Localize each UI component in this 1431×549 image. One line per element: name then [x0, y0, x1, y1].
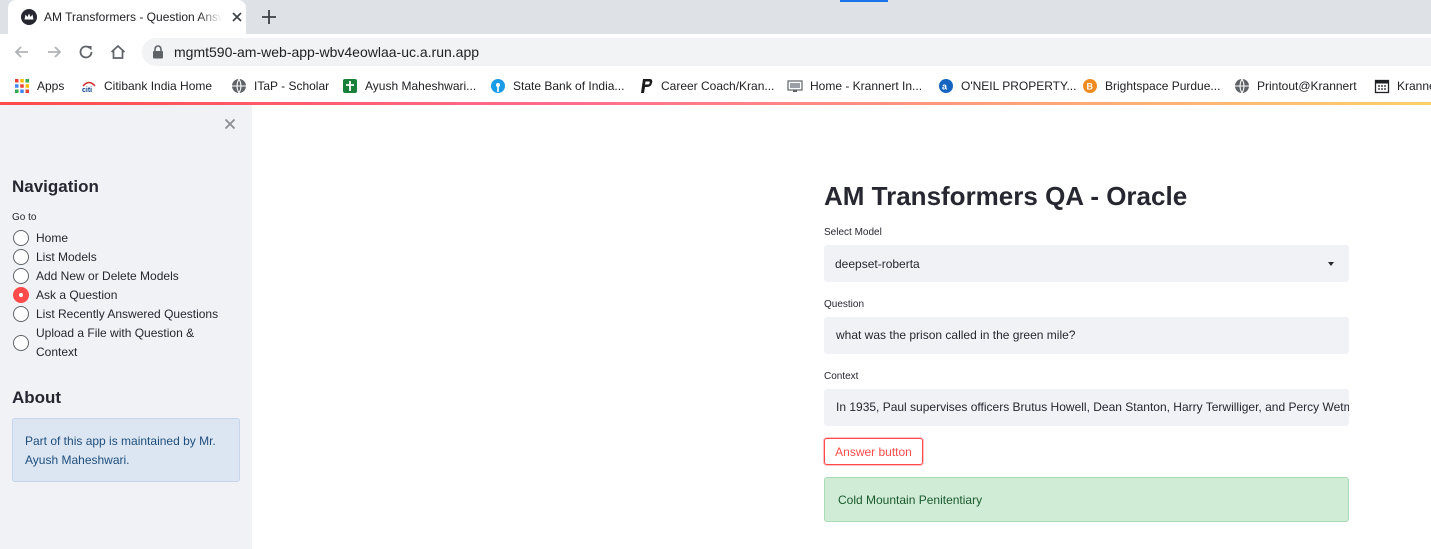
- bookmark-label: Printout@Krannert: [1257, 79, 1357, 93]
- radio-option-add-delete-models[interactable]: Add New or Delete Models: [13, 267, 179, 286]
- reload-icon[interactable]: [77, 43, 95, 61]
- about-info-box: Part of this app is maintained by Mr. Ay…: [12, 418, 240, 482]
- goto-label: Go to: [12, 212, 37, 223]
- context-label: Context: [824, 371, 859, 382]
- bookmark-krannert-home[interactable]: Home - Krannert In...: [787, 77, 922, 95]
- bookmark-label: Ayush Maheshwari...: [365, 79, 477, 93]
- svg-text:B: B: [1087, 82, 1094, 92]
- bookmarks-bar: Apps citi Citibank India Home ITaP - Sch…: [0, 70, 1431, 102]
- sbi-icon: [491, 79, 505, 93]
- forward-arrow-icon[interactable]: [45, 43, 63, 61]
- bookmark-label: Home - Krannert In...: [810, 79, 923, 93]
- radio-option-home[interactable]: Home: [13, 229, 68, 248]
- bookmark-label: Citibank India Home: [104, 79, 213, 93]
- radio-option-list-models[interactable]: List Models: [13, 248, 97, 267]
- page-title: AM Transformers QA - Oracle: [824, 181, 1188, 211]
- bookmark-krannert[interactable]: Krannert: [1374, 77, 1431, 95]
- radio-button[interactable]: [13, 306, 29, 322]
- question-label: Question: [824, 299, 865, 310]
- purdue-p-icon: [641, 79, 653, 93]
- radio-option-recent-questions[interactable]: List Recently Answered Questions: [13, 305, 218, 324]
- calendar-icon: [1374, 79, 1390, 94]
- browser-tab[interactable]: AM Transformers - Question Answering: [8, 0, 246, 34]
- globe-icon: [232, 78, 246, 94]
- radio-option-ask-question[interactable]: Ask a Question: [13, 286, 117, 305]
- tabstrip-accent: [840, 0, 888, 2]
- chevron-down-icon: [1328, 262, 1334, 266]
- globe-icon: [1235, 78, 1249, 94]
- brightspace-icon: B: [1083, 79, 1097, 93]
- radio-label: List Recently Answered Questions: [36, 307, 219, 321]
- bookmark-citibank[interactable]: citi Citibank India Home: [81, 77, 212, 95]
- new-tab-icon[interactable]: [260, 8, 278, 26]
- radio-label: Home: [36, 231, 69, 245]
- navigation-heading: Navigation: [12, 177, 99, 196]
- radio-label: List Models: [36, 250, 97, 264]
- bookmark-sbi[interactable]: State Bank of India...: [490, 77, 624, 95]
- close-tab-icon[interactable]: [229, 9, 245, 25]
- bookmark-ayush[interactable]: Ayush Maheshwari...: [342, 77, 476, 95]
- bookmark-label: Career Coach/Kran...: [661, 79, 775, 93]
- krannert-icon: [787, 80, 803, 92]
- radio-option-upload-file[interactable]: Upload a File with Question & Context: [13, 324, 213, 362]
- blue-circle-icon: a: [939, 79, 953, 93]
- bookmark-printout[interactable]: Printout@Krannert: [1234, 77, 1357, 95]
- radio-button[interactable]: [13, 335, 29, 351]
- browser-tabstrip: AM Transformers - Question Answering: [0, 0, 1431, 34]
- lock-icon[interactable]: [152, 45, 164, 59]
- bookmark-label: Brightspace Purdue...: [1105, 79, 1221, 93]
- bookmark-brightspace[interactable]: B Brightspace Purdue...: [1082, 77, 1220, 95]
- apps-grid-icon: [15, 79, 29, 93]
- green-doc-icon: [343, 79, 357, 93]
- radio-label: Upload a File with Question & Context: [36, 326, 195, 359]
- address-bar[interactable]: mgmt590-am-web-app-wbv4eowlaa-uc.a.run.a…: [142, 38, 1431, 66]
- sidebar: Navigation Go to Home List Models Add Ne…: [0, 105, 252, 549]
- model-select[interactable]: deepset-roberta: [824, 245, 1349, 282]
- radio-button[interactable]: [13, 249, 29, 265]
- bookmark-label: ITaP - Scholar: [254, 79, 330, 93]
- close-sidebar-icon[interactable]: [223, 117, 237, 131]
- back-arrow-icon[interactable]: [13, 43, 31, 61]
- home-icon[interactable]: [109, 43, 127, 61]
- svg-text:citi: citi: [82, 87, 92, 94]
- bookmark-itap[interactable]: ITaP - Scholar: [231, 77, 329, 95]
- bookmark-career-coach[interactable]: Career Coach/Kran...: [638, 77, 774, 95]
- url-text: mgmt590-am-web-app-wbv4eowlaa-uc.a.run.a…: [174, 44, 480, 60]
- citi-icon: citi: [82, 81, 96, 94]
- bookmark-label: Krannert: [1397, 79, 1431, 93]
- radio-label: Ask a Question: [36, 288, 118, 302]
- about-text: Part of this app is maintained by Mr. Ay…: [25, 434, 216, 467]
- bookmark-apps[interactable]: Apps: [14, 77, 64, 95]
- radio-button[interactable]: [13, 268, 29, 284]
- answer-button[interactable]: Answer button: [824, 438, 923, 465]
- context-input[interactable]: In 1935, Paul supervises officers Brutus…: [824, 389, 1349, 426]
- bookmark-label: State Bank of India...: [513, 79, 625, 93]
- bookmark-oneil[interactable]: a O'NEIL PROPERTY...: [938, 77, 1076, 95]
- question-input[interactable]: what was the prison called in the green …: [824, 317, 1349, 354]
- tab-title: AM Transformers - Question Answering: [44, 10, 222, 24]
- radio-button[interactable]: [13, 230, 29, 246]
- bookmark-label: Apps: [37, 79, 65, 93]
- bookmark-label: O'NEIL PROPERTY...: [961, 79, 1077, 93]
- streamlit-crown-icon: [21, 9, 37, 25]
- about-heading: About: [12, 388, 62, 407]
- radio-label: Add New or Delete Models: [36, 269, 179, 283]
- answer-result-box: Cold Mountain Penitentiary: [824, 477, 1349, 522]
- answer-text: Cold Mountain Penitentiary: [838, 493, 983, 507]
- radio-button-selected[interactable]: [13, 287, 29, 303]
- model-select-value: deepset-roberta: [835, 257, 920, 271]
- select-model-label: Select Model: [824, 227, 882, 238]
